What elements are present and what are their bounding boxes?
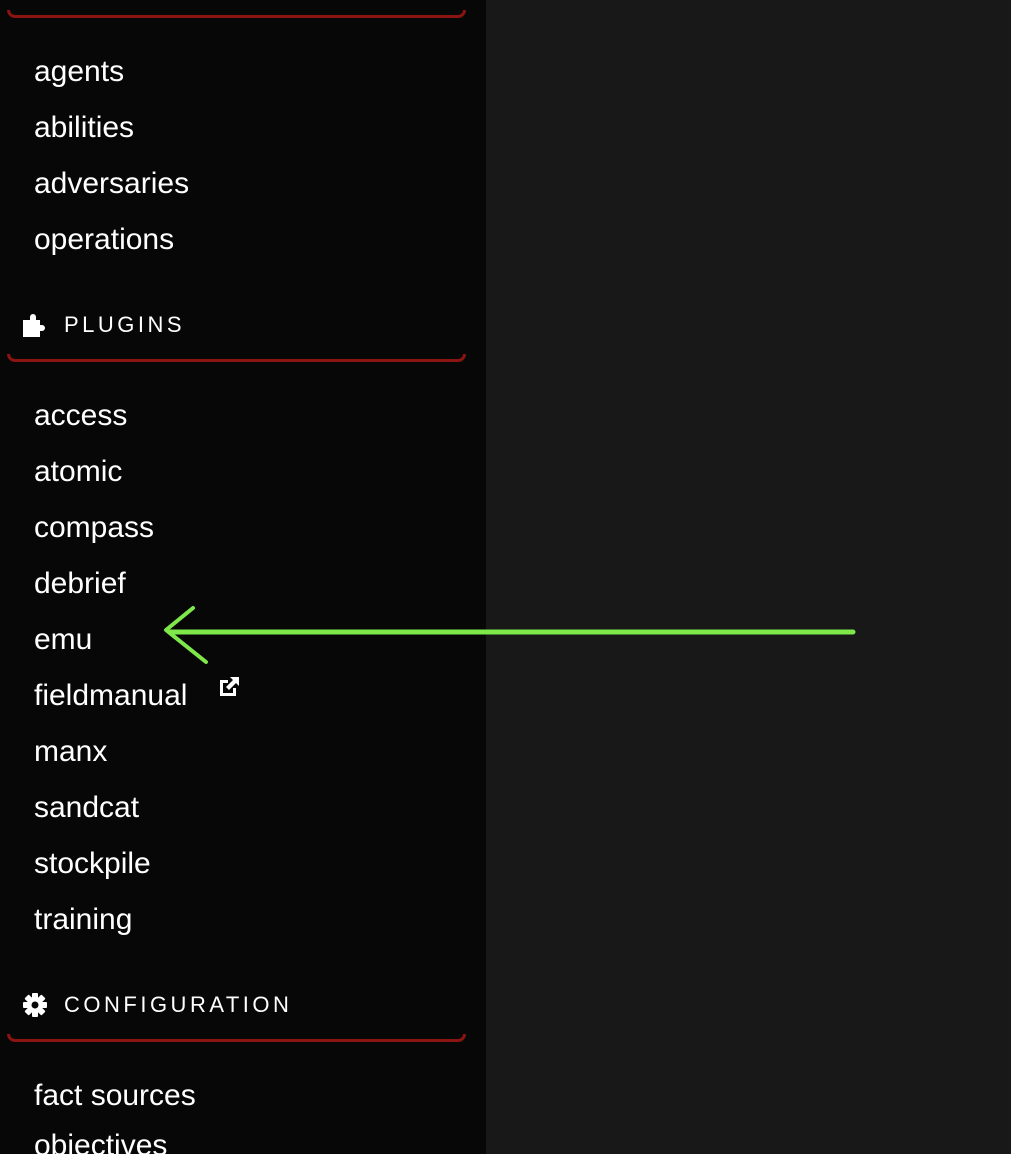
section-header-plugins[interactable]: PLUGINS — [20, 310, 185, 340]
sidebar-item-fieldmanual[interactable]: fieldmanual — [34, 678, 187, 714]
section-divider-plugins — [7, 354, 466, 362]
section-divider-campaigns — [7, 10, 466, 18]
sidebar-item-manx[interactable]: manx — [34, 734, 107, 770]
sidebar-item-stockpile[interactable]: stockpile — [34, 846, 151, 882]
sidebar-item-objectives[interactable]: objectives — [34, 1128, 167, 1154]
sidebar-item-access[interactable]: access — [34, 398, 127, 434]
main-content — [486, 0, 1011, 1154]
sidebar-item-agents[interactable]: agents — [34, 54, 124, 90]
sidebar-item-adversaries[interactable]: adversaries — [34, 166, 189, 202]
sidebar-item-operations[interactable]: operations — [34, 222, 174, 258]
sidebar-item-compass[interactable]: compass — [34, 510, 154, 546]
sidebar: agents abilities adversaries operations … — [0, 0, 486, 1154]
section-header-configuration[interactable]: CONFIGURATION — [20, 990, 292, 1020]
section-label-plugins: PLUGINS — [64, 312, 186, 337]
sidebar-item-abilities[interactable]: abilities — [34, 110, 134, 146]
gear-icon — [20, 990, 50, 1020]
sidebar-item-atomic[interactable]: atomic — [34, 454, 122, 490]
app-window: agents abilities adversaries operations … — [0, 0, 1011, 1154]
sidebar-item-debrief[interactable]: debrief — [34, 566, 126, 602]
section-label-configuration: CONFIGURATION — [64, 992, 293, 1017]
section-divider-configuration — [7, 1034, 466, 1042]
sidebar-item-sandcat[interactable]: sandcat — [34, 790, 139, 826]
puzzle-icon — [20, 310, 50, 340]
sidebar-item-fact-sources[interactable]: fact sources — [34, 1078, 196, 1114]
sidebar-item-training[interactable]: training — [34, 902, 132, 938]
external-link-icon[interactable] — [216, 674, 242, 700]
sidebar-item-emu[interactable]: emu — [34, 622, 92, 658]
